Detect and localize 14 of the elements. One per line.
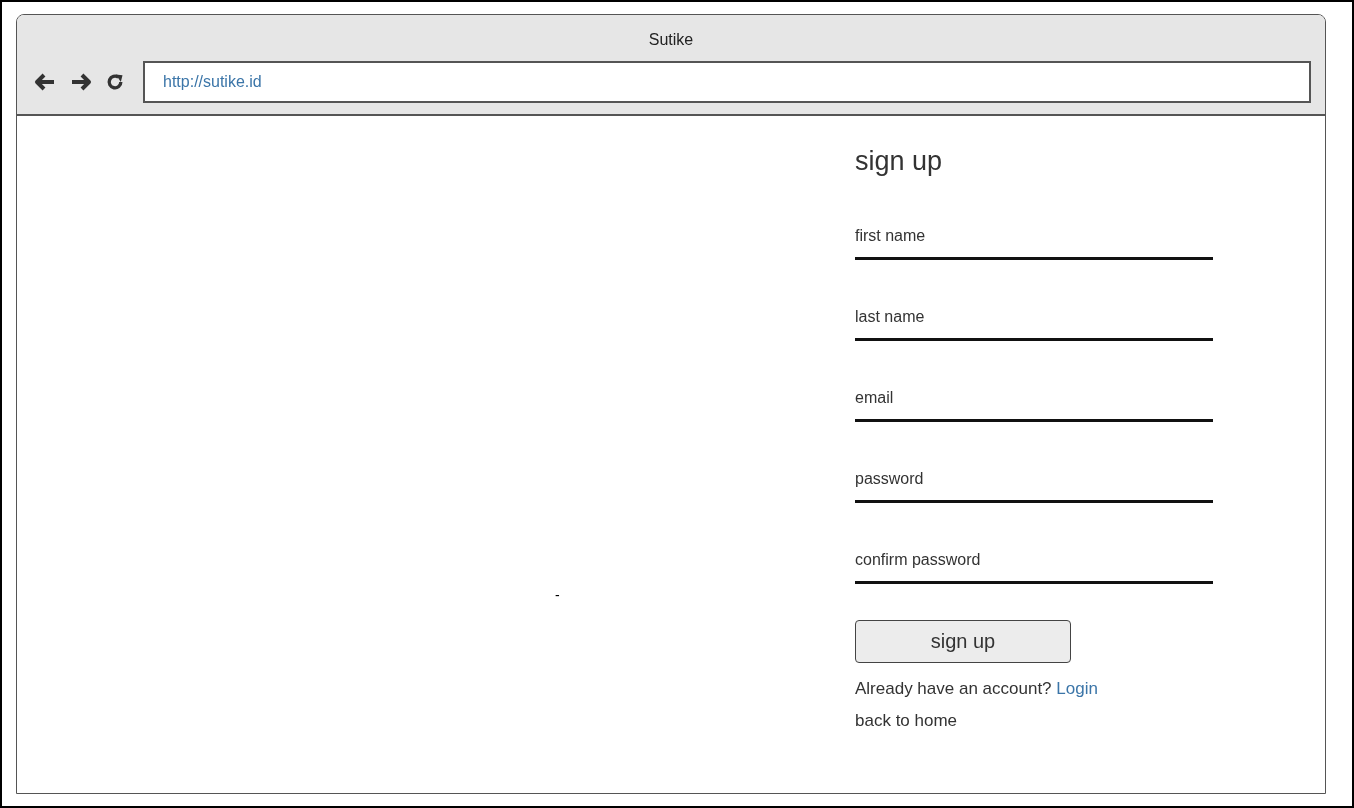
- input-field[interactable]: last name: [855, 308, 1213, 341]
- input-field[interactable]: confirm password: [855, 551, 1213, 584]
- input-field[interactable]: first name: [855, 227, 1213, 260]
- form-heading: sign up: [855, 146, 943, 177]
- login-link[interactable]: Login: [1056, 679, 1098, 698]
- back-to-home-link[interactable]: back to home: [855, 711, 958, 731]
- reload-icon[interactable]: [105, 72, 125, 92]
- sign-up-button[interactable]: sign up: [855, 620, 1071, 663]
- stray-mark: -: [555, 587, 560, 603]
- address-bar[interactable]: http://sutike.id: [143, 61, 1311, 103]
- input-field[interactable]: email: [855, 389, 1213, 422]
- login-prompt: Already have an account?: [855, 679, 1052, 698]
- input-field[interactable]: password: [855, 470, 1213, 503]
- window-title: Sutike: [648, 31, 694, 49]
